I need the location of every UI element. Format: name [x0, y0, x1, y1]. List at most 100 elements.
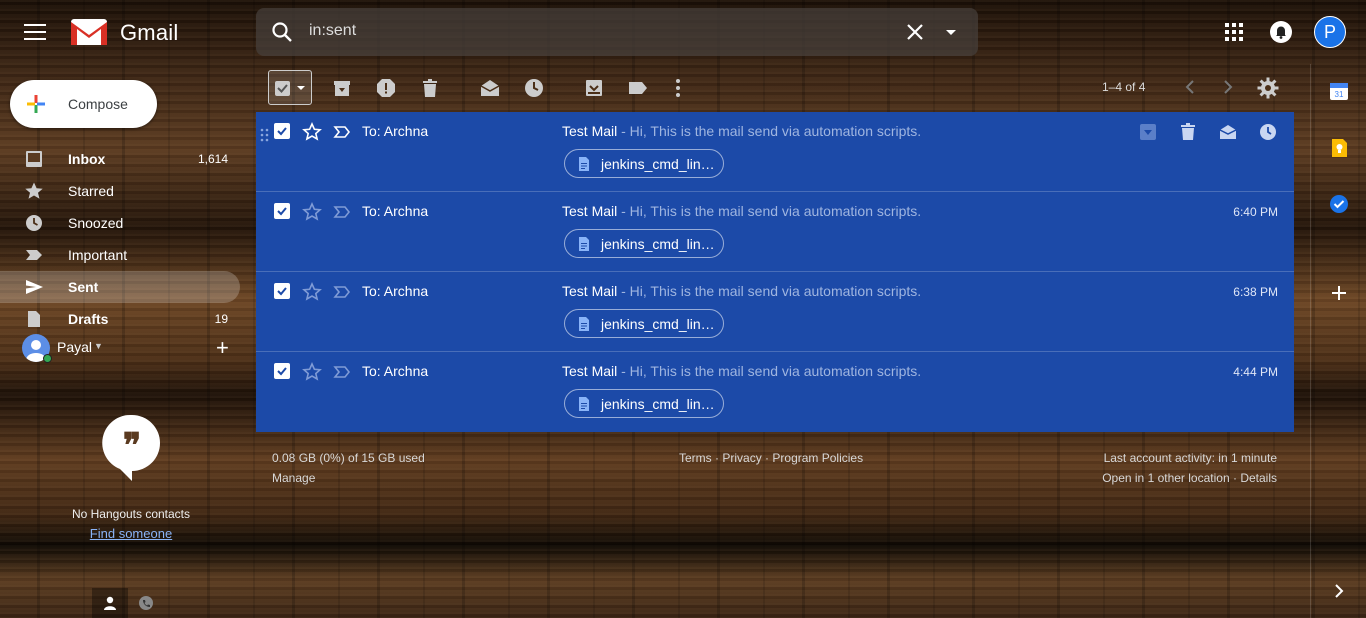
sidebar-item-sent[interactable]: Sent — [0, 271, 240, 303]
svg-text:31: 31 — [1335, 90, 1344, 99]
account-avatar[interactable]: P — [1314, 16, 1346, 48]
apps-grid-icon[interactable] — [1222, 20, 1246, 44]
archive-icon[interactable] — [330, 76, 354, 100]
document-icon — [579, 396, 589, 411]
attachment-chip[interactable]: jenkins_cmd_lin… — [564, 149, 724, 178]
calendar-icon[interactable]: 31 — [1328, 80, 1350, 102]
attachment-chip[interactable]: jenkins_cmd_lin… — [564, 229, 724, 258]
important-marker-icon[interactable] — [332, 122, 352, 142]
message-recipient: To: Archna — [362, 123, 429, 139]
star-icon[interactable] — [302, 362, 322, 382]
footer-separator: · — [765, 451, 770, 465]
important-marker-icon[interactable] — [332, 282, 352, 302]
search-options-icon[interactable] — [940, 21, 962, 43]
expand-panel-chevron-icon[interactable] — [1328, 580, 1350, 602]
message-subject: Test Mail — [562, 203, 618, 219]
user-caret-icon[interactable]: ▼ — [94, 341, 103, 351]
star-icon[interactable] — [302, 202, 322, 222]
attachment-chip[interactable]: jenkins_cmd_lin… — [564, 309, 724, 338]
contacts-tab[interactable] — [92, 588, 128, 618]
tasks-icon[interactable] — [1328, 193, 1350, 215]
mark-as-unread-icon[interactable] — [478, 76, 502, 100]
attachment-chip[interactable]: jenkins_cmd_lin… — [564, 389, 724, 418]
clock-icon — [26, 215, 42, 231]
sidebar-item-starred[interactable]: Starred — [0, 175, 240, 207]
important-marker-icon[interactable] — [332, 202, 352, 222]
snooze-icon[interactable] — [522, 76, 546, 100]
star-icon[interactable] — [302, 122, 322, 142]
search-bar[interactable] — [256, 8, 978, 56]
message-row[interactable]: To: Archna Test Mail - Hi, This is the m… — [256, 352, 1294, 432]
more-options-icon[interactable] — [666, 76, 690, 100]
program-policies-link[interactable]: Program Policies — [772, 451, 863, 465]
main-menu-button[interactable] — [20, 20, 52, 44]
message-list: To: Archna Test Mail - Hi, This is the m… — [256, 112, 1294, 432]
compose-label: Compose — [68, 96, 128, 112]
label-icon[interactable] — [626, 76, 650, 100]
sidebar-item-important[interactable]: Important — [0, 239, 240, 271]
clear-search-icon[interactable] — [904, 21, 926, 43]
star-icon[interactable] — [302, 282, 322, 302]
sidebar-item-count: 1,614 — [197, 152, 228, 166]
chevron-left-icon[interactable] — [1180, 76, 1202, 98]
message-row[interactable]: To: Archna Test Mail - Hi, This is the m… — [256, 192, 1294, 272]
delete-icon[interactable] — [418, 76, 442, 100]
notifications-bell-icon[interactable] — [1268, 19, 1294, 45]
message-subject-line: Test Mail - Hi, This is the mail send vi… — [562, 203, 921, 219]
sidebar-item-drafts[interactable]: Drafts 19 — [0, 303, 240, 335]
sidebar-item-label: Starred — [68, 183, 114, 199]
hangouts-quote-icon: ❞ — [102, 413, 162, 483]
gmail-logo[interactable] — [70, 17, 108, 47]
message-time: 4:44 PM — [1233, 365, 1278, 379]
important-marker-icon[interactable] — [332, 362, 352, 382]
find-someone-link[interactable]: Find someone — [40, 526, 222, 541]
draft-icon — [28, 311, 40, 327]
drag-handle-icon[interactable] — [260, 128, 270, 142]
document-icon — [579, 156, 589, 171]
mark-as-unread-icon[interactable] — [1218, 122, 1238, 142]
storage-usage-text: 0.08 GB (0%) of 15 GB used — [272, 451, 425, 465]
search-input[interactable]: in:sent — [309, 22, 356, 40]
important-icon — [26, 250, 42, 260]
inbox-icon — [26, 151, 42, 167]
sidebar-item-inbox[interactable]: Inbox 1,614 — [0, 143, 240, 175]
settings-gear-icon[interactable] — [1256, 76, 1280, 100]
search-icon[interactable] — [270, 20, 294, 44]
message-subject: Test Mail — [562, 363, 618, 379]
message-recipient: To: Archna — [362, 363, 429, 379]
terms-link[interactable]: Terms — [679, 451, 712, 465]
snooze-icon[interactable] — [1258, 122, 1278, 142]
hangouts-phone-tab[interactable] — [136, 594, 156, 614]
message-row[interactable]: To: Archna Test Mail - Hi, This is the m… — [256, 112, 1294, 192]
message-snippet: - Hi, This is the mail send via automati… — [617, 203, 922, 219]
message-recipient: To: Archna — [362, 283, 429, 299]
move-to-icon[interactable] — [582, 76, 606, 100]
add-contact-icon[interactable]: + — [216, 334, 229, 362]
sidebar-item-label: Sent — [68, 279, 99, 295]
message-row[interactable]: To: Archna Test Mail - Hi, This is the m… — [256, 272, 1294, 352]
get-addons-plus-icon[interactable] — [1328, 282, 1350, 304]
row-checkbox[interactable] — [274, 363, 290, 379]
hangouts-user-row[interactable]: Payal ▼ + — [22, 334, 242, 363]
row-checkbox[interactable] — [274, 123, 290, 139]
message-time: 6:40 PM — [1233, 205, 1278, 219]
keep-icon[interactable] — [1328, 137, 1350, 159]
row-checkbox[interactable] — [274, 283, 290, 299]
privacy-link[interactable]: Privacy — [722, 451, 761, 465]
archive-icon[interactable] — [1138, 122, 1158, 142]
sidebar-item-snoozed[interactable]: Snoozed — [0, 207, 240, 239]
check-icon — [277, 287, 287, 296]
chevron-right-icon[interactable] — [1216, 76, 1238, 98]
report-spam-icon[interactable] — [374, 76, 398, 100]
select-all-checkbox[interactable] — [268, 70, 312, 105]
sidebar-item-label: Inbox — [68, 151, 106, 167]
compose-button[interactable]: Compose — [10, 80, 157, 128]
delete-icon[interactable] — [1178, 122, 1198, 142]
manage-storage-link[interactable]: Manage — [272, 471, 315, 485]
check-icon — [277, 127, 287, 136]
footer-separator: · — [715, 451, 720, 465]
details-link[interactable]: Details — [1240, 471, 1277, 485]
row-checkbox[interactable] — [274, 203, 290, 219]
app-logo-text: Gmail — [120, 20, 179, 45]
pagination-text: 1–4 of 4 — [1102, 80, 1146, 94]
